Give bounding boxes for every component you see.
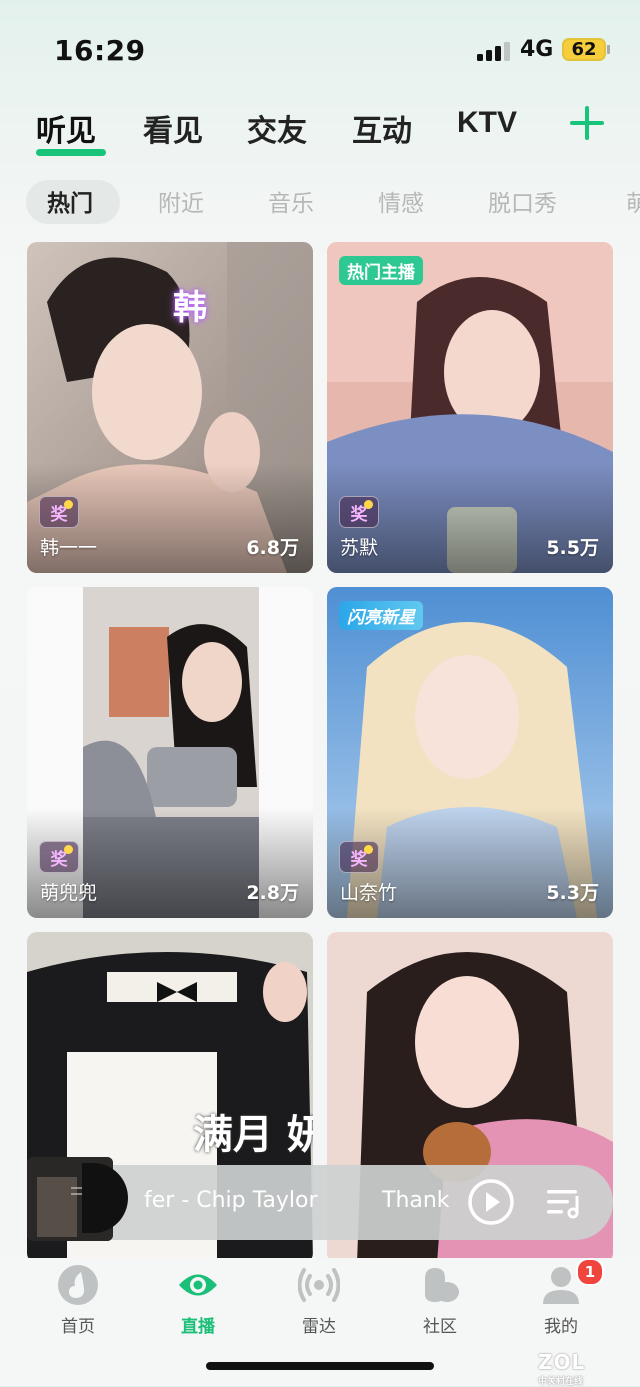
music-note-icon (58, 1265, 98, 1305)
eye-icon (179, 1274, 217, 1296)
add-icon[interactable] (568, 104, 606, 142)
category-emotion[interactable]: 情感 (378, 184, 424, 218)
song-title: fer - Chip Taylor (144, 1188, 318, 1213)
award-badge: 奖 (39, 496, 79, 528)
watermark-logo: ZOL 中关村在线 (538, 1350, 586, 1387)
tab-listen[interactable]: 听见 (36, 106, 96, 150)
overlay-text: 韩 (173, 288, 207, 328)
nav-label: 直播 (181, 1317, 215, 1337)
star-icon (364, 845, 373, 854)
playlist-icon[interactable] (545, 1186, 585, 1220)
live-card[interactable]: 热门主播 奖 苏默 5.5万 (327, 242, 613, 573)
category-cute[interactable]: 萌 (626, 184, 640, 218)
active-tab-indicator (36, 149, 106, 156)
viewer-count: 6.8万 (246, 537, 299, 559)
hot-streamer-tag: 热门主播 (339, 256, 423, 285)
star-icon (64, 845, 73, 854)
radar-icon (298, 1268, 340, 1302)
battery-icon: 62 (562, 38, 606, 61)
nav-label: 我的 (544, 1317, 578, 1337)
battery-nub (607, 45, 610, 54)
viewer-count: 2.8万 (246, 882, 299, 904)
live-card[interactable]: 闪亮新星 奖 山奈竹 5.3万 (327, 587, 613, 918)
streamer-name: 韩一一 (40, 537, 98, 559)
tab-watch[interactable]: 看见 (143, 106, 203, 150)
main-tab-bar: 听见 看见 交友 互动 KTV (0, 100, 640, 160)
watermark-text: ZOL (538, 1350, 586, 1374)
rising-star-tag: 闪亮新星 (339, 601, 423, 630)
watermark-subtext: 中关村在线 (538, 1377, 584, 1387)
overlay-text: 满月 妍 (193, 1112, 313, 1158)
category-music[interactable]: 音乐 (268, 184, 314, 218)
category-talkshow[interactable]: 脱口秀 (488, 184, 557, 218)
nav-label: 雷达 (302, 1317, 336, 1337)
live-card[interactable]: 奖 萌兜兜 2.8万 (27, 587, 313, 918)
award-badge: 奖 (39, 841, 79, 873)
play-icon[interactable] (466, 1177, 516, 1227)
streamer-name: 萌兜兜 (40, 882, 98, 904)
streamer-name: 山奈竹 (340, 882, 398, 904)
network-label: 4G (520, 37, 554, 62)
tab-ktv[interactable]: KTV (457, 106, 517, 140)
category-hot[interactable]: 热门 (47, 184, 93, 218)
nav-label: 首页 (61, 1317, 95, 1337)
star-icon (364, 500, 373, 509)
tab-friends[interactable]: 交友 (247, 106, 307, 150)
streamer-name: 苏默 (340, 537, 379, 559)
signal-icon (477, 42, 510, 61)
home-indicator[interactable] (206, 1362, 434, 1370)
viewer-count: 5.3万 (546, 882, 599, 904)
viewer-count: 5.5万 (546, 537, 599, 559)
award-badge: 奖 (339, 841, 379, 873)
category-nearby[interactable]: 附近 (158, 184, 204, 218)
category-tab-bar: 热门 附近 音乐 情感 脱口秀 萌 (0, 176, 640, 228)
status-time: 16:29 (54, 34, 146, 67)
status-bar: 16:29 4G 62 (0, 0, 640, 100)
tab-interact[interactable]: 互动 (352, 106, 412, 150)
star-icon (64, 500, 73, 509)
award-badge: 奖 (339, 496, 379, 528)
notification-badge: 1 (576, 1258, 604, 1286)
community-icon (425, 1268, 459, 1302)
live-card[interactable]: 韩 奖 韩一一 6.8万 (27, 242, 313, 573)
nav-label: 社区 (423, 1317, 457, 1337)
next-song-title: Thank (382, 1188, 450, 1213)
battery-level: 62 (571, 39, 597, 60)
